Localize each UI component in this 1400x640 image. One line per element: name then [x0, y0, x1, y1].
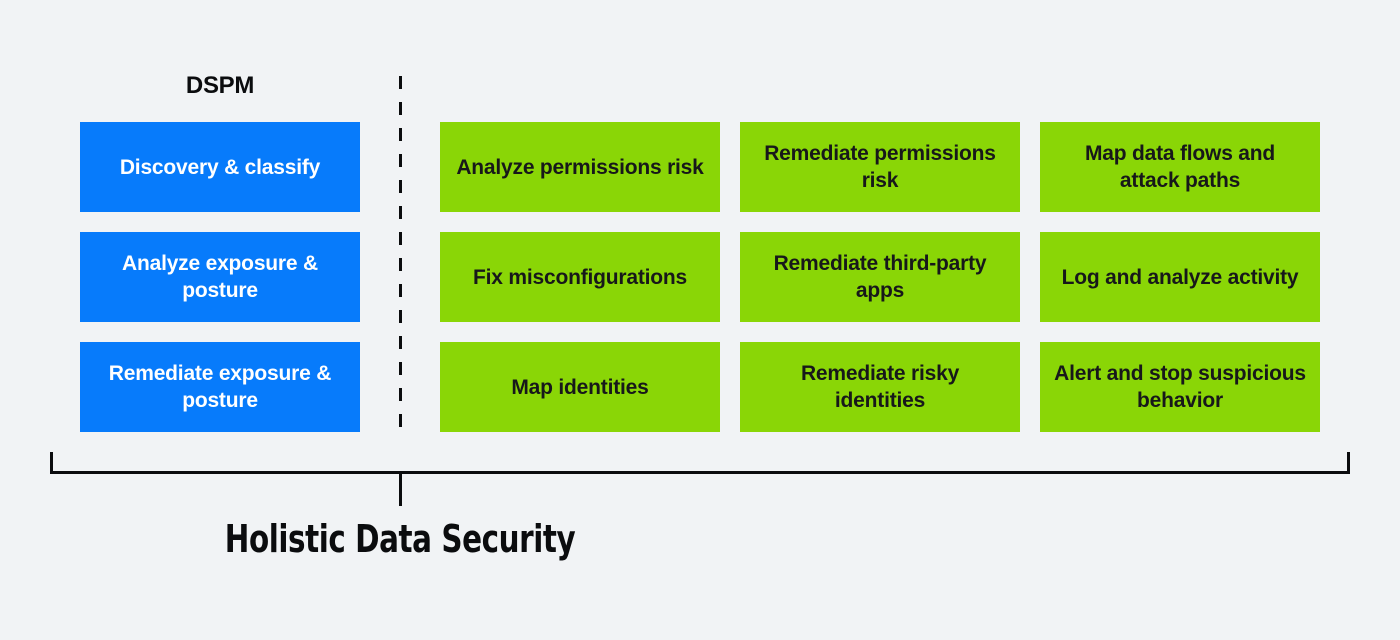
box-remediate-risky-identities[interactable]: Remediate risky identities [740, 342, 1020, 432]
divider-dash [399, 206, 402, 219]
divider-dash [399, 102, 402, 115]
divider-dash [399, 336, 402, 349]
summary-bracket [50, 452, 1350, 474]
box-label: Log and analyze activity [1061, 265, 1299, 289]
divider-dash [399, 258, 402, 271]
bracket-right-tick [1347, 452, 1350, 474]
dspm-box-analyze-exposure-posture[interactable]: Analyze exposure & posture [80, 232, 360, 322]
dspm-column-header: DSPM [185, 72, 255, 99]
box-label: Map data flows and attack paths [1084, 142, 1276, 192]
box-label: Map identities [511, 375, 649, 399]
divider-dash [399, 180, 402, 193]
box-fix-misconfigurations[interactable]: Fix misconfigurations [440, 232, 720, 322]
diagram-canvas: DSPM Discovery & classify Analyze exposu… [0, 0, 1400, 640]
box-label: Discovery & classify [119, 155, 321, 179]
box-alert-stop-suspicious-behavior[interactable]: Alert and stop suspicious behavior [1040, 342, 1320, 432]
divider-dash [399, 76, 402, 89]
box-label: Alert and stop suspicious behavior [1054, 362, 1306, 412]
box-log-analyze-activity[interactable]: Log and analyze activity [1040, 232, 1320, 322]
divider-dash [399, 310, 402, 323]
box-remediate-third-party-apps[interactable]: Remediate third-party apps [740, 232, 1020, 322]
box-analyze-permissions-risk[interactable]: Analyze permissions risk [440, 122, 720, 212]
divider-dash [399, 232, 402, 245]
divider-dash [399, 128, 402, 141]
box-map-data-flows-attack-paths[interactable]: Map data flows and attack paths [1040, 122, 1320, 212]
box-label: Analyze permissions risk [456, 155, 704, 179]
box-label: Remediate risky identities [800, 362, 960, 412]
dashed-divider [399, 76, 402, 432]
dspm-box-discovery-classify[interactable]: Discovery & classify [80, 122, 360, 212]
divider-dash [399, 284, 402, 297]
box-remediate-permissions-risk[interactable]: Remediate permissions risk [740, 122, 1020, 212]
box-map-identities[interactable]: Map identities [440, 342, 720, 432]
divider-dash [399, 388, 402, 401]
box-label: Remediate exposure & posture [108, 362, 332, 412]
box-label: Fix misconfigurations [473, 265, 687, 289]
divider-dash [399, 154, 402, 167]
box-label: Analyze exposure & posture [122, 252, 318, 302]
summary-title: Holistic Data Security [224, 517, 576, 561]
bracket-horizontal-bar [50, 471, 1350, 474]
divider-dash [399, 414, 402, 427]
box-label: Remediate permissions risk [764, 142, 996, 192]
bracket-stem [399, 472, 402, 506]
divider-dash [399, 362, 402, 375]
box-label: Remediate third-party apps [773, 252, 987, 302]
dspm-box-remediate-exposure-posture[interactable]: Remediate exposure & posture [80, 342, 360, 432]
